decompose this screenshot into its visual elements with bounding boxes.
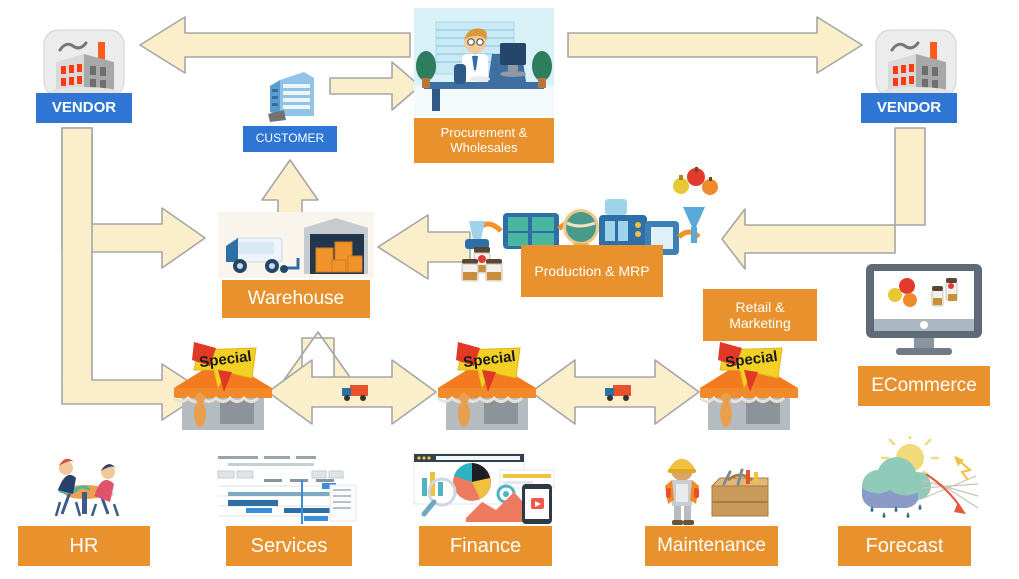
module-label-maintenance[interactable]: Maintenance (645, 526, 778, 566)
delivery-truck-icon (340, 382, 370, 402)
factory-icon (38, 28, 130, 100)
fruits-icon (672, 166, 718, 198)
arrow-vendor-right-to-production (721, 127, 926, 270)
office-building-icon (264, 68, 318, 124)
storefront-special-offers-icon: Special (686, 330, 810, 430)
warehouse-label[interactable]: Warehouse (222, 280, 370, 318)
arrow-procurement-to-customer (329, 61, 421, 111)
module-label-services[interactable]: Services (226, 526, 352, 566)
module-label-forecast[interactable]: Forecast (838, 526, 971, 566)
delivery-truck-warehouse-icon (218, 212, 374, 278)
arrow-procurement-to-vendor-right (567, 16, 863, 74)
production-label[interactable]: Production & MRP (521, 245, 663, 297)
ecommerce-label[interactable]: ECommerce (858, 366, 990, 406)
gantt-chart-icon (212, 452, 360, 524)
arrow-procurement-to-vendor-left (139, 16, 411, 74)
delivery-truck-icon (603, 382, 633, 402)
worker-toolbox-icon (650, 450, 778, 526)
monitor-products-icon (862, 262, 986, 360)
storefront-special-offers-icon: Special (160, 330, 284, 430)
erp-supply-chain-diagram: VENDOR VENDOR CUSTOMER Procurement & Who… (0, 0, 1019, 579)
factory-icon (870, 28, 962, 100)
people-meeting-icon (30, 446, 140, 522)
customer-label[interactable]: CUSTOMER (243, 126, 337, 152)
weather-forecast-icon (838, 436, 982, 524)
vendor-left-label[interactable]: VENDOR (36, 93, 132, 123)
jam-jars-icon (460, 243, 512, 283)
module-label-finance[interactable]: Finance (419, 526, 552, 566)
procurement-label[interactable]: Procurement & Wholesales (414, 118, 554, 163)
office-worker-icon (414, 8, 554, 116)
module-label-hr[interactable]: HR (18, 526, 150, 566)
analytics-icon (410, 448, 560, 526)
vendor-right-label[interactable]: VENDOR (861, 93, 957, 123)
storefront-special-offers-icon: Special (424, 330, 548, 430)
